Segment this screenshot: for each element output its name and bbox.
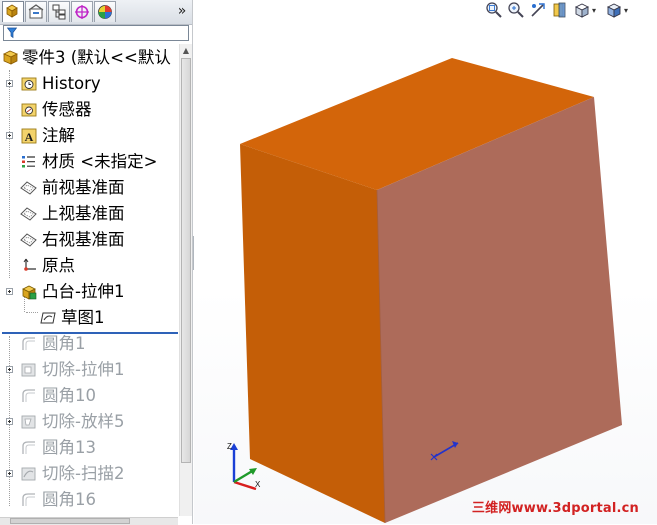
origin-icon: [23, 258, 36, 271]
tree-item-top-plane[interactable]: 上视基准面: [0, 202, 178, 226]
expand-toggle[interactable]: [6, 80, 13, 87]
triad-label-x: X: [255, 480, 261, 489]
filter-icon: [7, 27, 17, 39]
part-icon: [3, 50, 18, 65]
tree-item-fillet16[interactable]: 圆角16: [0, 488, 178, 512]
tree-item-sensors[interactable]: 传感器: [0, 98, 178, 122]
tree-item-fillet13[interactable]: 圆角13: [0, 436, 178, 460]
sensors-icon: [21, 103, 37, 117]
tree-root-part[interactable]: 零件3 (默认<<默认: [0, 46, 178, 70]
configuration-icon: [52, 4, 66, 20]
boss-extrude-icon: [22, 285, 37, 300]
fillet-icon: [22, 389, 35, 402]
cut-sweep-icon: [21, 467, 36, 481]
appearance-icon: [98, 5, 112, 19]
tab-property-manager[interactable]: [25, 1, 47, 22]
dimxpert-icon: [75, 5, 89, 19]
tree-item-cut-sweep2[interactable]: 切除-扫描2: [0, 462, 178, 486]
reference-triad: Z X: [227, 442, 261, 490]
expand-toggle[interactable]: [6, 366, 13, 373]
scrollbar-thumb[interactable]: [10, 518, 130, 524]
plane-icon: [20, 181, 37, 195]
feature-filter-field[interactable]: [3, 25, 189, 41]
panel-collapse-button[interactable]: »: [176, 3, 188, 19]
tab-display-manager[interactable]: [94, 1, 116, 22]
expand-toggle[interactable]: [6, 132, 13, 139]
tree-item-material[interactable]: 材质 <未指定>: [0, 150, 178, 174]
tree-item-origin[interactable]: 原点: [0, 254, 178, 278]
cut-loft-icon: [21, 415, 36, 429]
history-folder-icon: [21, 77, 37, 91]
cut-extrude-icon: [21, 363, 36, 377]
tree-item-sketch1[interactable]: 草图1: [0, 306, 178, 330]
annotations-icon: A: [21, 128, 37, 144]
svg-text:A: A: [25, 130, 34, 144]
plane-icon: [20, 233, 37, 247]
property-manager-icon: [28, 4, 44, 19]
tree-vertical-scrollbar[interactable]: ▲: [179, 44, 192, 516]
tree-item-right-plane[interactable]: 右视基准面: [0, 228, 178, 252]
material-icon: [22, 156, 35, 168]
fillet-icon: [22, 337, 35, 350]
tree-item-cut-loft5[interactable]: 切除-放样5: [0, 410, 178, 434]
sketch-icon: [40, 312, 56, 324]
tree-item-history[interactable]: History: [0, 72, 178, 96]
triad-label-z: Z: [227, 442, 232, 451]
panel-tab-bar: »: [0, 0, 192, 25]
tab-feature-manager[interactable]: [2, 1, 24, 22]
tree-item-cut-extrude1[interactable]: 切除-拉伸1: [0, 358, 178, 382]
expand-toggle[interactable]: [6, 470, 13, 477]
watermark-text: 三维网www.3dportal.cn: [471, 501, 639, 516]
graphics-viewport[interactable]: ▾ ▾ Z X 三维网www.3dportal.cn: [194, 0, 657, 524]
scrollbar-thumb[interactable]: [181, 58, 191, 463]
tree-item-front-plane[interactable]: 前视基准面: [0, 176, 178, 200]
tree-root-label: 零件3 (默认<<默认: [22, 48, 171, 67]
tree-item-annotations[interactable]: A 注解: [0, 124, 178, 148]
expand-toggle[interactable]: [6, 418, 13, 425]
feature-tree-icon: [6, 4, 18, 18]
tab-dimxpert-manager[interactable]: [71, 1, 93, 22]
fillet-icon: [22, 441, 35, 454]
fillet-icon: [22, 493, 35, 506]
tab-configuration-manager[interactable]: [48, 1, 70, 22]
scroll-up-arrow-icon[interactable]: ▲: [180, 44, 192, 57]
tree-item-fillet1[interactable]: 圆角1: [0, 332, 178, 356]
tree-item-boss-extrude1[interactable]: 凸台-拉伸1: [0, 280, 178, 304]
feature-manager-panel: » 零件3 (默认<<默认 History 传感器 A 注解 材质 <未指定> …: [0, 0, 193, 525]
collapse-toggle[interactable]: [6, 288, 13, 295]
feature-tree: 零件3 (默认<<默认 History 传感器 A 注解 材质 <未指定> 前视…: [0, 44, 178, 516]
plane-icon: [20, 207, 37, 221]
tree-item-fillet10[interactable]: 圆角10: [0, 384, 178, 408]
